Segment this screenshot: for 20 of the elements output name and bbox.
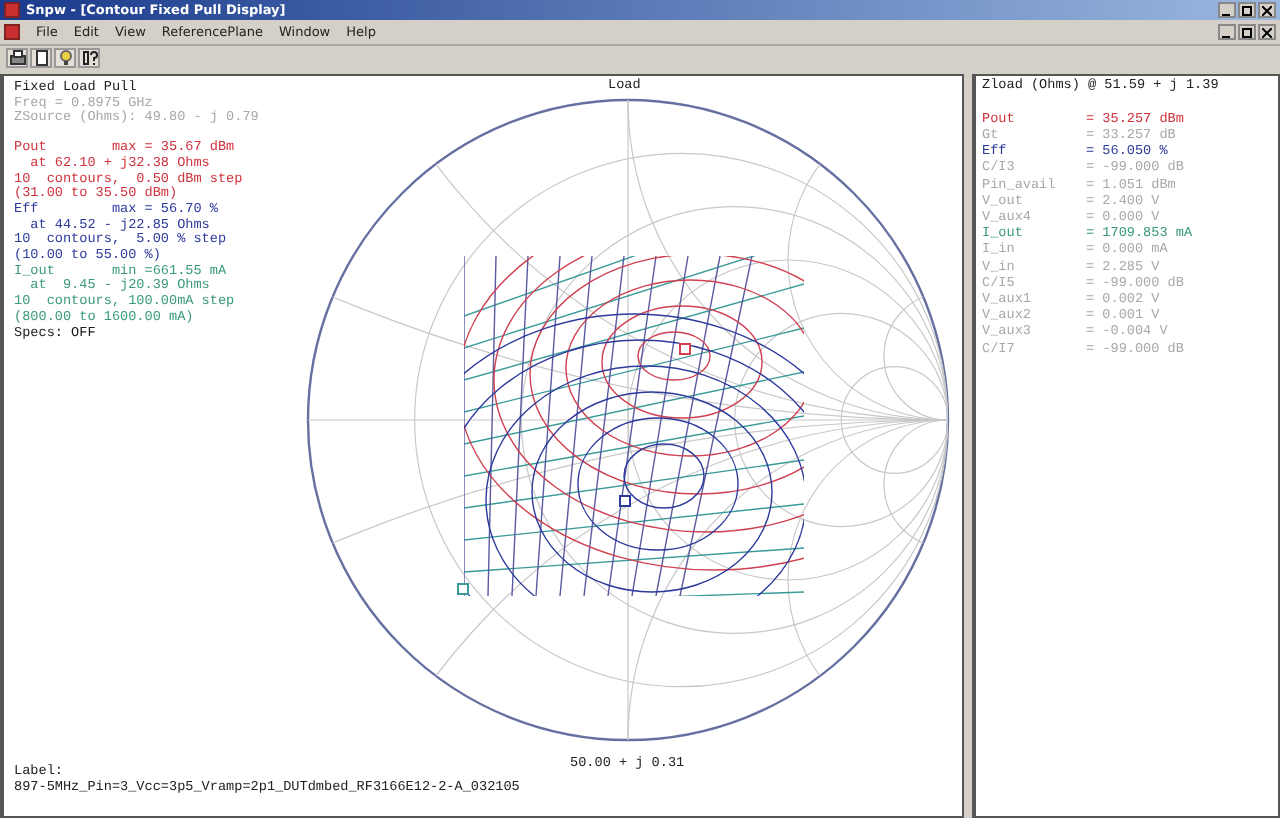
- restore-icon: [1242, 27, 1252, 37]
- square-marker: [457, 583, 469, 595]
- print-button[interactable]: [6, 48, 28, 68]
- printer-icon: [9, 50, 25, 66]
- close-icon: [1262, 27, 1272, 37]
- question-icon: [81, 50, 97, 66]
- app-icon: [4, 2, 20, 18]
- square-marker: [679, 343, 691, 355]
- close-button[interactable]: [1258, 2, 1276, 18]
- restore-icon: [1242, 5, 1252, 15]
- lightbulb-icon: [57, 50, 73, 66]
- page-button[interactable]: [30, 48, 52, 68]
- page-icon: [33, 50, 49, 66]
- close-button[interactable]: [1258, 24, 1276, 40]
- help-button[interactable]: [78, 48, 100, 68]
- square-marker: [619, 495, 631, 507]
- minimize-button[interactable]: [1218, 24, 1236, 40]
- close-icon: [1262, 5, 1272, 15]
- minimize-button[interactable]: [1218, 2, 1236, 18]
- hint-button[interactable]: [54, 48, 76, 68]
